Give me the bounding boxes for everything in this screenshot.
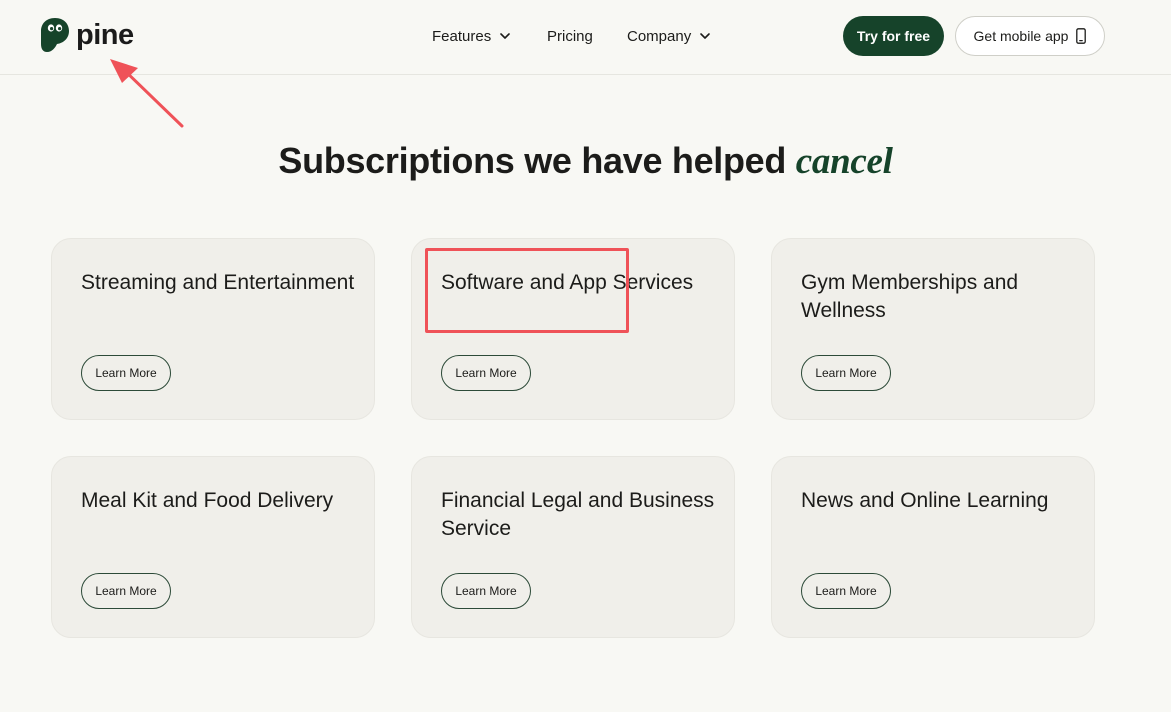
try-for-free-label: Try for free bbox=[856, 28, 931, 44]
learn-more-button[interactable]: Learn More bbox=[81, 355, 171, 391]
learn-more-button[interactable]: Learn More bbox=[801, 355, 891, 391]
nav-company-label: Company bbox=[627, 27, 692, 45]
phone-icon bbox=[1076, 28, 1087, 44]
category-card-title: Gym Memberships and Wellness bbox=[801, 271, 1019, 322]
page-title: Subscriptions we have helped cancel bbox=[0, 140, 1171, 183]
category-card: Gym Memberships and Wellness Learn More bbox=[771, 238, 1095, 420]
get-mobile-app-button[interactable]: Get mobile app bbox=[955, 16, 1105, 56]
try-for-free-button[interactable]: Try for free bbox=[843, 16, 944, 56]
category-card-title: Streaming and Entertainment bbox=[81, 271, 355, 294]
nav-pricing[interactable]: Pricing bbox=[547, 28, 593, 45]
chevron-down-icon bbox=[500, 33, 511, 39]
category-card-title: News and Online Learning bbox=[801, 489, 1049, 512]
annotation-arrow-icon bbox=[110, 59, 184, 128]
get-mobile-app-label: Get mobile app bbox=[973, 28, 1069, 44]
nav-features-label: Features bbox=[432, 27, 492, 45]
learn-more-button[interactable]: Learn More bbox=[441, 355, 531, 391]
chevron-down-icon bbox=[700, 33, 711, 39]
category-card: Streaming and Entertainment Learn More bbox=[51, 238, 375, 420]
pine-logo-icon bbox=[41, 18, 69, 52]
page-title-text: Subscriptions we have helped bbox=[278, 140, 787, 181]
learn-more-button[interactable]: Learn More bbox=[441, 573, 531, 609]
category-card: Financial Legal and Business Service Lea… bbox=[411, 456, 735, 638]
category-card: Meal Kit and Food Delivery Learn More bbox=[51, 456, 375, 638]
learn-more-button[interactable]: Learn More bbox=[81, 573, 171, 609]
category-card: News and Online Learning Learn More bbox=[771, 456, 1095, 638]
nav-company[interactable]: Company bbox=[627, 28, 711, 45]
page-title-accent: cancel bbox=[795, 141, 893, 182]
logo-text: pine bbox=[76, 19, 134, 51]
annotation-highlight-box bbox=[425, 248, 629, 333]
learn-more-button[interactable]: Learn More bbox=[801, 573, 891, 609]
nav-features[interactable]: Features bbox=[432, 28, 511, 45]
nav-pricing-label: Pricing bbox=[547, 27, 593, 45]
category-card-title: Meal Kit and Food Delivery bbox=[81, 489, 334, 512]
category-card-title: Financial Legal and Business Service bbox=[441, 489, 715, 540]
pine-logo[interactable]: pine bbox=[40, 17, 134, 53]
